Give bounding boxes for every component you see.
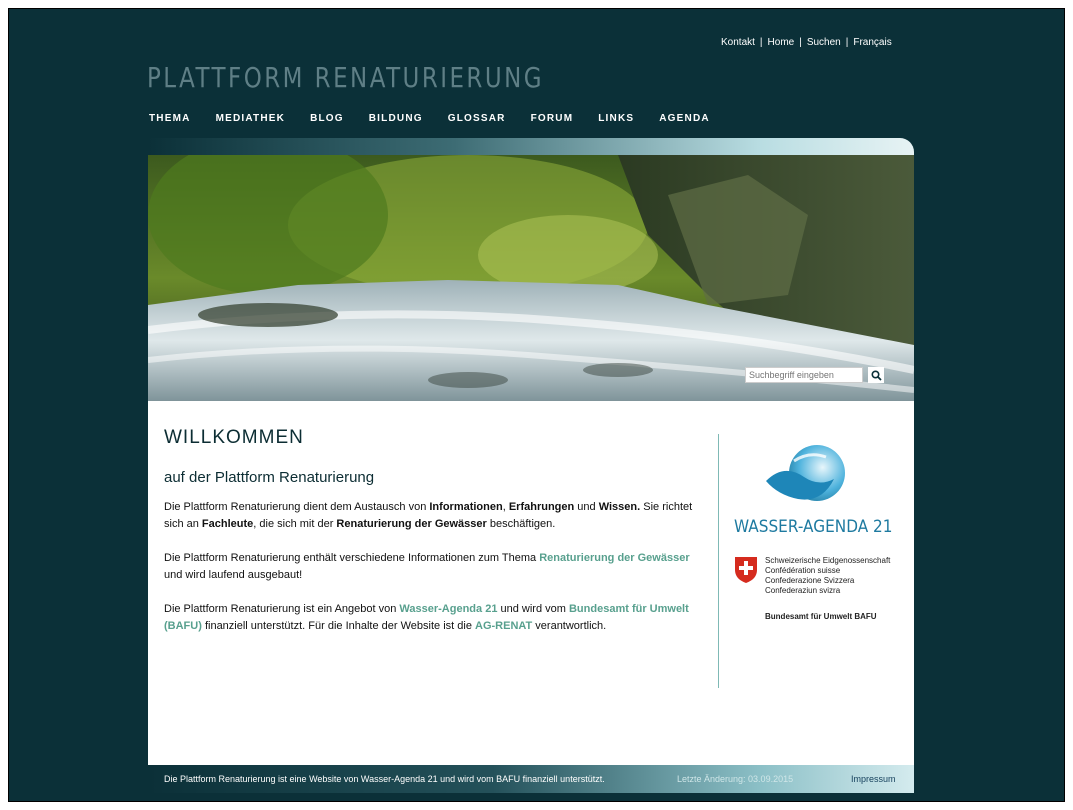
nav-item-mediathek[interactable]: MEDIATHEK xyxy=(216,113,286,124)
search-input[interactable] xyxy=(745,367,863,383)
bafu-office-name: Bundesamt für Umwelt BAFU xyxy=(765,612,877,621)
search-button[interactable] xyxy=(868,367,884,383)
bold-text: Informationen xyxy=(429,501,503,513)
swiss-shield-icon xyxy=(735,557,757,583)
text: und wird vom xyxy=(497,603,569,615)
federation-name-de: Schweizerische Eidgenossenschaft xyxy=(765,556,891,565)
nav-item-bildung[interactable]: BILDUNG xyxy=(369,113,423,124)
bold-text: Erfahrungen xyxy=(508,501,575,513)
page-subtitle: auf der Plattform Renaturierung xyxy=(164,469,375,486)
impressum-link[interactable]: Impressum xyxy=(851,774,896,784)
footer-text: Die Plattform Renaturierung ist eine Web… xyxy=(164,774,605,784)
federation-name-it: Confederazione Svizzera xyxy=(765,576,855,585)
utility-separator: | xyxy=(759,37,763,48)
welcome-section: WILLKOMMEN auf der Plattform Renaturieru… xyxy=(164,427,694,652)
text: und wird laufend ausgebaut! xyxy=(164,569,303,581)
federation-name-rm: Confederaziun svizra xyxy=(765,586,841,595)
link-ag-renat[interactable]: AG-RENAT xyxy=(475,620,532,632)
text: , die sich mit der xyxy=(253,518,337,530)
site-logo[interactable]: PLATTFORM RENATURIERUNG xyxy=(147,61,544,94)
federation-names: Schweizerische Eidgenossenschaft Confédé… xyxy=(765,556,890,596)
content-area: WILLKOMMEN auf der Plattform Renaturieru… xyxy=(148,401,914,765)
text: Die Plattform Renaturierung ist ein Ange… xyxy=(164,603,400,615)
utility-link-home[interactable]: Home xyxy=(768,37,795,48)
link-renaturierung[interactable]: Renaturierung der Gewässer xyxy=(539,552,689,564)
info-paragraph: Die Plattform Renaturierung enthält vers… xyxy=(164,550,694,584)
nav-item-links[interactable]: LINKS xyxy=(598,113,634,124)
link-wasser-agenda[interactable]: Wasser-Agenda 21 xyxy=(399,603,497,615)
nav-item-forum[interactable]: FORUM xyxy=(531,113,574,124)
text: Die Plattform Renaturierung enthält vers… xyxy=(164,552,540,564)
page-title: WILLKOMMEN xyxy=(164,427,304,448)
utility-separator: | xyxy=(845,37,849,48)
text: verantwortlich. xyxy=(532,620,607,632)
wasser-agenda-logo-icon[interactable] xyxy=(764,441,854,511)
nav-item-agenda[interactable]: AGENDA xyxy=(659,113,710,124)
column-divider xyxy=(718,434,719,688)
main-nav: THEMA MEDIATHEK BLOG BILDUNG GLOSSAR FOR… xyxy=(149,113,735,124)
bold-text: Wissen. xyxy=(598,501,641,513)
river-landscape-image xyxy=(148,155,914,401)
utility-nav: Kontakt | Home | Suchen | Français xyxy=(721,37,892,48)
bold-text: Renaturierung der Gewässer xyxy=(336,518,487,530)
footer: Die Plattform Renaturierung ist eine Web… xyxy=(148,765,914,793)
sponsor-paragraph: Die Plattform Renaturierung ist ein Ange… xyxy=(164,601,694,635)
search-box xyxy=(745,367,884,383)
utility-link-kontakt[interactable]: Kontakt xyxy=(721,37,755,48)
utility-link-suchen[interactable]: Suchen xyxy=(807,37,841,48)
magnifier-icon xyxy=(870,369,882,381)
page-frame: Kontakt | Home | Suchen | Français PLATTFORM R… xyxy=(8,8,1065,802)
federation-name-fr: Confédération suisse xyxy=(765,566,841,575)
nav-item-thema[interactable]: THEMA xyxy=(149,113,191,124)
bold-text: Fachleute xyxy=(201,518,254,530)
text: und xyxy=(574,501,599,513)
hero-image xyxy=(148,155,914,401)
last-change-date: Letzte Änderung: 03.09.2015 xyxy=(677,774,794,784)
nav-item-blog[interactable]: BLOG xyxy=(310,113,344,124)
text: beschäftigen. xyxy=(486,518,556,530)
intro-paragraph: Die Plattform Renaturierung dient dem Au… xyxy=(164,499,694,533)
wasser-agenda-label[interactable]: WASSER-AGENDA 21 xyxy=(734,517,893,537)
utility-link-francais[interactable]: Français xyxy=(853,37,891,48)
header-gradient-bar xyxy=(148,138,914,155)
nav-item-glossar[interactable]: GLOSSAR xyxy=(448,113,506,124)
utility-separator: | xyxy=(799,37,802,48)
text: finanziell unterstützt. Für die Inhalte … xyxy=(201,620,475,632)
text: Die Plattform Renaturierung dient dem Au… xyxy=(164,501,430,513)
